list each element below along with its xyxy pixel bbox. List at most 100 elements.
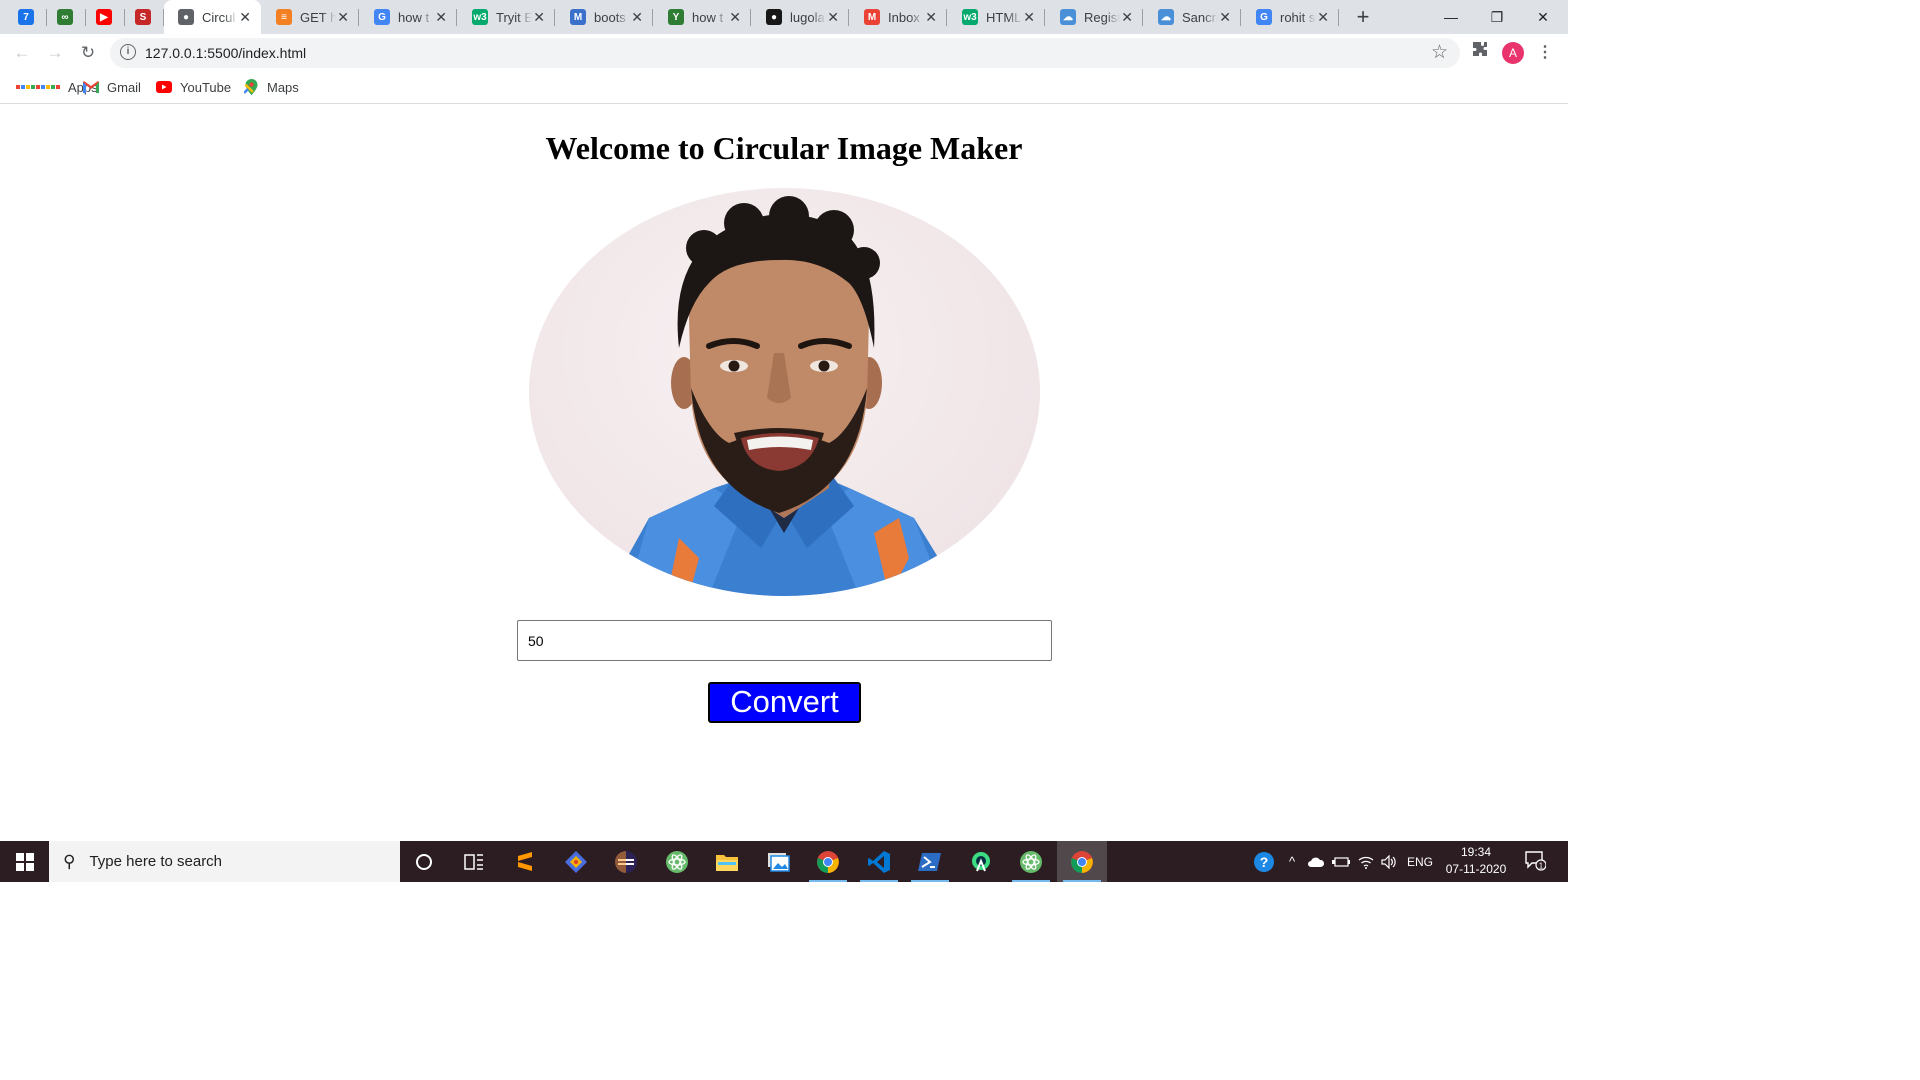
address-bar[interactable]: i 127.0.0.1:5500/index.html ☆ [110, 38, 1460, 68]
tab-separator [946, 9, 947, 26]
browser-tab[interactable]: ▶ [86, 0, 125, 34]
eclipse-icon[interactable] [601, 841, 651, 882]
new-tab-button[interactable]: + [1352, 4, 1374, 30]
close-tab-icon[interactable]: ✕ [337, 9, 349, 26]
browser-tab[interactable]: w3 Tryit E ✕ [458, 0, 555, 34]
page-body: Welcome to Circular Image Maker 50 Conve… [0, 104, 1568, 841]
browser-tab[interactable]: ● lugola ✕ [752, 0, 849, 34]
close-tab-icon[interactable]: ✕ [239, 9, 251, 26]
bookmark-label: Maps [267, 79, 299, 95]
profile-avatar[interactable]: A [1502, 42, 1524, 64]
youtube-icon: ▶ [96, 9, 112, 25]
cloud-icon: ☁ [1060, 9, 1076, 25]
cortana-icon[interactable] [399, 841, 449, 882]
info-icon[interactable]: i [120, 44, 136, 60]
close-tab-icon[interactable]: ✕ [631, 9, 643, 26]
restore-button[interactable]: ❐ [1474, 0, 1520, 34]
svg-text:?: ? [1260, 854, 1269, 870]
restore-icon: ❐ [1490, 8, 1504, 25]
chevron-up-icon[interactable]: ^ [1282, 841, 1302, 882]
close-tab-icon[interactable]: ✕ [827, 9, 839, 26]
tab-strip: + — ❐ ✕ 7 ∞ ▶ S ● Circul ✕ ≡ GET h ✕ Ghow t ✕ w3 Tryi… [0, 0, 1568, 34]
bookmark-gmail[interactable]: Gmail [83, 77, 141, 97]
browser-tab[interactable]: w3 HTML ✕ [948, 0, 1045, 34]
language-indicator[interactable]: ENG [1403, 841, 1437, 882]
browser-tab[interactable]: Grohit s ✕ [1242, 0, 1339, 34]
git-icon[interactable] [551, 841, 601, 882]
browser-tab[interactable]: Mboots ✕ [556, 0, 653, 34]
minimize-icon: — [1444, 9, 1458, 25]
tab-separator [456, 9, 457, 26]
browser-tab[interactable]: ≡ GET h ✕ [262, 0, 359, 34]
taskbar-search-box[interactable]: ⚲ Type here to search [49, 841, 400, 882]
close-tab-icon[interactable]: ✕ [1023, 9, 1035, 26]
bookmark-maps[interactable]: Maps [244, 77, 299, 97]
close-tab-icon[interactable]: ✕ [925, 9, 937, 26]
photos-icon[interactable] [753, 841, 803, 882]
w3-icon: w3 [472, 9, 488, 25]
task-view-icon[interactable] [449, 841, 499, 882]
close-tab-icon[interactable]: ✕ [1317, 9, 1329, 26]
radius-input[interactable] [517, 620, 1052, 661]
convert-button[interactable]: Convert [708, 682, 861, 723]
battery-icon[interactable] [1330, 841, 1352, 882]
extensions-puzzle-icon[interactable] [1469, 40, 1491, 62]
url-text[interactable]: 127.0.0.1:5500/index.html [145, 45, 306, 61]
notification-center-button[interactable]: 1 [1522, 849, 1548, 875]
browser-tab[interactable]: ● Circul ✕ [164, 0, 261, 34]
tab-title: Tryit E [496, 9, 532, 25]
apps-grid-icon [16, 85, 60, 89]
browser-tab[interactable]: ☁ Regist ✕ [1046, 0, 1143, 34]
sublime-text-icon[interactable] [500, 841, 550, 882]
atom-icon[interactable] [1006, 841, 1056, 882]
browser-tab[interactable]: S [125, 0, 164, 34]
arrow-right-icon: → [46, 43, 64, 62]
browser-tab[interactable]: ∞ [47, 0, 86, 34]
search-placeholder: Type here to search [89, 853, 223, 870]
bookmark-star-icon[interactable]: ☆ [1431, 41, 1448, 64]
github-icon: ● [766, 9, 782, 25]
chrome-icon[interactable] [803, 841, 853, 882]
minimize-button[interactable]: — [1428, 0, 1474, 34]
forward-button[interactable]: → [42, 40, 68, 66]
browser-tab[interactable]: 7 [8, 0, 47, 34]
start-button[interactable] [0, 841, 49, 882]
tab-separator [1338, 9, 1339, 26]
close-tab-icon[interactable]: ✕ [533, 9, 545, 26]
browser-tab[interactable]: Yhow t ✕ [654, 0, 751, 34]
menu-dots-icon[interactable]: ⋮ [1537, 42, 1553, 64]
back-button[interactable]: ← [9, 40, 35, 66]
infinity-icon: ∞ [57, 9, 73, 25]
help-icon[interactable]: ? [1250, 841, 1278, 882]
close-tab-icon[interactable]: ✕ [1219, 9, 1231, 26]
close-tab-icon[interactable]: ✕ [1121, 9, 1133, 26]
globe-icon: ● [178, 9, 194, 25]
powershell-icon[interactable] [905, 841, 955, 882]
close-tab-icon[interactable]: ✕ [435, 9, 447, 26]
reload-button[interactable]: ↻ [75, 40, 101, 66]
file-explorer-icon[interactable] [702, 841, 752, 882]
vscode-icon[interactable] [854, 841, 904, 882]
browser-tab[interactable]: ☁ Sancri ✕ [1144, 0, 1241, 34]
chrome-icon[interactable] [1057, 841, 1107, 882]
volume-icon[interactable] [1378, 841, 1400, 882]
bookmark-youtube[interactable]: YouTube [156, 77, 231, 97]
android-studio-icon[interactable] [956, 841, 1006, 882]
wifi-icon[interactable] [1355, 841, 1377, 882]
taskbar-clock[interactable]: 19:34 07-11-2020 [1438, 844, 1514, 878]
windows-taskbar: ⚲ Type here to search ? ^ ENG 19:34 07-1… [0, 841, 1568, 882]
close-tab-icon[interactable]: ✕ [729, 9, 741, 26]
tab-title: how t [692, 9, 724, 25]
tab-title: Circul [202, 9, 236, 25]
atom-icon[interactable] [652, 841, 702, 882]
tab-title: lugola [790, 9, 825, 25]
browser-tab[interactable]: M Inbox ✕ [850, 0, 947, 34]
notification-count: 1 [1539, 862, 1544, 871]
browser-tab[interactable]: Ghow t ✕ [360, 0, 457, 34]
w3-icon: w3 [962, 9, 978, 25]
onedrive-cloud-icon[interactable] [1305, 841, 1327, 882]
gmail-icon: M [864, 9, 880, 25]
close-window-button[interactable]: ✕ [1520, 0, 1566, 34]
bookmarks-bar: Apps Gmail YouTube Maps [0, 71, 1568, 104]
tab-title: Regist [1084, 9, 1120, 25]
